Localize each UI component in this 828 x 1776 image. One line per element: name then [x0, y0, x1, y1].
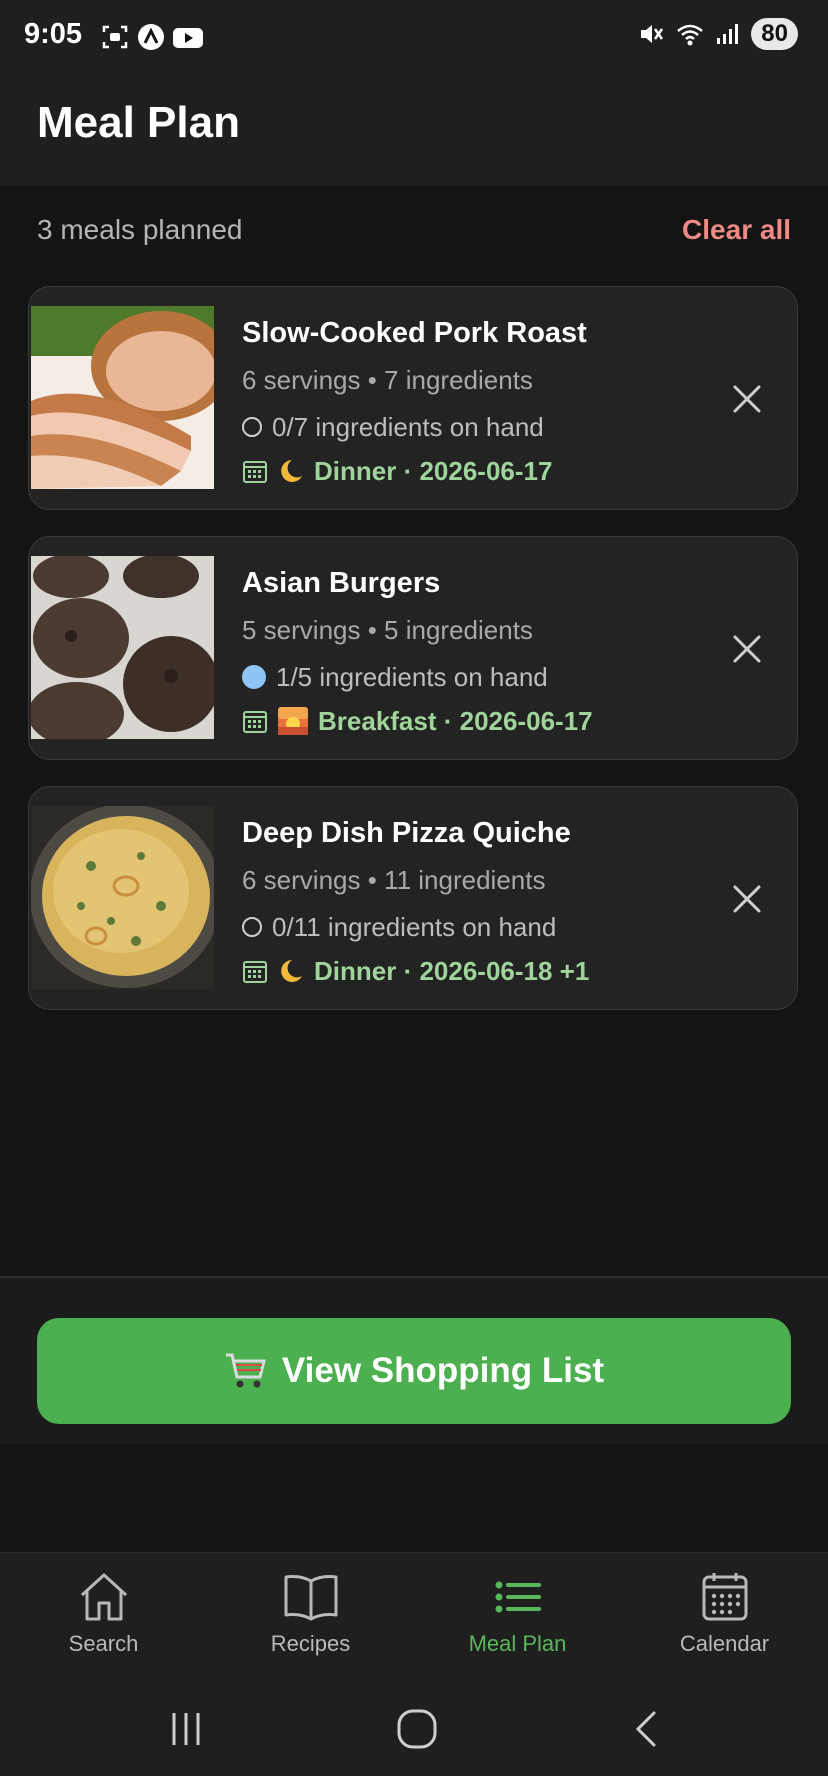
home-icon	[80, 1573, 127, 1621]
tab-label: Calendar	[679, 1631, 770, 1656]
onhand-partial-icon	[242, 665, 266, 689]
meal-title: Deep Dish Pizza Quiche	[242, 817, 571, 849]
meal-title: Asian Burgers	[242, 567, 441, 599]
back-button[interactable]	[618, 1702, 678, 1756]
bottom-tab-bar: Search Recipes Meal Plan Calendar	[0, 1552, 828, 1683]
battery-indicator: 80	[751, 18, 798, 50]
tab-label: Search	[68, 1631, 139, 1656]
meal-slot-text: Dinner · 2026-06-17	[314, 455, 553, 486]
meals-count: 3 meals planned	[37, 214, 243, 245]
summary-row: 3 meals planned Clear all	[37, 214, 791, 246]
calendar-icon	[702, 1573, 747, 1621]
close-icon	[733, 635, 761, 663]
shopping-panel: View Shopping List	[0, 1276, 828, 1444]
meal-slot: Breakfast · 2026-06-17	[242, 699, 593, 743]
page-title: Meal Plan	[37, 98, 240, 147]
app-header: Meal Plan	[0, 76, 828, 186]
onhand-text: 0/11 ingredients on hand	[272, 911, 557, 942]
onhand-status: 0/11 ingredients on hand	[242, 905, 589, 949]
remove-meal-button[interactable]	[727, 379, 767, 419]
onhand-empty-icon	[242, 917, 262, 937]
cart-icon	[225, 1353, 266, 1388]
meal-card[interactable]: Slow-Cooked Pork Roast 6 servings • 7 in…	[28, 286, 798, 510]
close-icon	[733, 885, 761, 913]
notification-icons	[100, 22, 204, 52]
signal-icon	[717, 24, 739, 44]
tab-recipes[interactable]: Recipes	[207, 1571, 414, 1657]
onhand-empty-icon	[242, 417, 262, 437]
onhand-status: 1/5 ingredients on hand	[242, 655, 593, 699]
onhand-text: 0/7 ingredients on hand	[272, 411, 544, 442]
meal-card[interactable]: Asian Burgers 5 servings • 5 ingredients…	[28, 536, 798, 760]
screenshot-icon	[102, 25, 128, 49]
recent-apps-icon	[172, 1713, 200, 1745]
home-button[interactable]	[387, 1702, 447, 1756]
meal-slot: Dinner · 2026-06-17	[242, 449, 587, 493]
meal-slot-text: Breakfast · 2026-06-17	[318, 705, 593, 736]
recipe-image-pizza-quiche	[31, 806, 214, 989]
system-nav-bar	[0, 1682, 828, 1776]
meal-card[interactable]: Deep Dish Pizza Quiche 6 servings • 11 i…	[28, 786, 798, 1010]
clear-all-button[interactable]: Clear all	[682, 214, 791, 246]
recipe-image-asian-burgers	[31, 556, 214, 739]
meal-meta: 6 servings • 7 ingredients	[242, 365, 533, 395]
meal-card-body: Deep Dish Pizza Quiche 6 servings • 11 i…	[242, 817, 589, 993]
remove-meal-button[interactable]	[727, 879, 767, 919]
wifi-icon	[677, 24, 704, 46]
tab-label: Meal Plan	[468, 1631, 567, 1656]
status-bar: 9:05 80	[0, 0, 828, 76]
tab-meal-plan[interactable]: Meal Plan	[414, 1571, 621, 1657]
status-icons: 80	[637, 18, 798, 50]
recent-apps-button[interactable]	[156, 1702, 216, 1756]
recipe-image-pork-roast	[31, 306, 214, 489]
home-circle-icon	[397, 1709, 437, 1749]
tab-label: Recipes	[270, 1631, 351, 1656]
status-time: 9:05	[24, 18, 83, 50]
meal-title: Slow-Cooked Pork Roast	[242, 317, 587, 349]
sunrise-icon	[278, 707, 308, 735]
calendar-icon	[243, 461, 267, 483]
meal-slot-text: Dinner · 2026-06-18 +1	[314, 955, 590, 986]
list-icon	[495, 1581, 541, 1613]
book-icon	[284, 1575, 337, 1621]
view-shopping-list-button[interactable]: View Shopping List	[37, 1318, 791, 1424]
view-shopping-list-label: View Shopping List	[281, 1351, 605, 1390]
meal-slot: Dinner · 2026-06-18 +1	[242, 949, 589, 993]
close-icon	[733, 385, 761, 413]
meal-meta: 5 servings • 5 ingredients	[242, 615, 533, 645]
tab-calendar[interactable]: Calendar	[621, 1571, 828, 1657]
remove-meal-button[interactable]	[727, 629, 767, 669]
meal-meta: 6 servings • 11 ingredients	[242, 865, 546, 895]
moon-icon	[281, 960, 302, 982]
back-icon	[635, 1711, 656, 1747]
tab-search[interactable]: Search	[0, 1571, 207, 1657]
onhand-status: 0/7 ingredients on hand	[242, 405, 587, 449]
meal-card-body: Slow-Cooked Pork Roast 6 servings • 7 in…	[242, 317, 587, 493]
mute-icon	[641, 25, 664, 43]
meal-card-body: Asian Burgers 5 servings • 5 ingredients…	[242, 567, 593, 743]
moon-icon	[281, 460, 302, 482]
onhand-text: 1/5 ingredients on hand	[276, 661, 548, 692]
calendar-icon	[243, 711, 267, 733]
calendar-icon	[243, 961, 267, 983]
youtube-icon	[173, 28, 203, 48]
app-icon	[138, 24, 164, 50]
